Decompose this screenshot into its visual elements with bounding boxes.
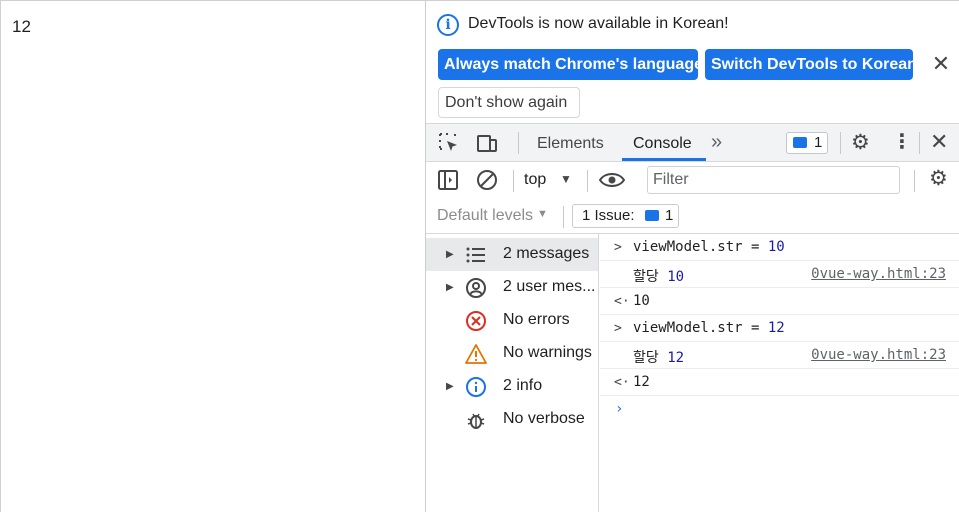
console-result-value: 12	[633, 374, 650, 390]
console-expression: viewModel.str = 10	[633, 239, 785, 255]
source-link[interactable]: 0vue-way.html:23	[811, 347, 946, 363]
sidebar-item-label: 2 info	[503, 377, 543, 394]
sidebar-item-label: 2 user mes...	[503, 278, 596, 295]
result-arrow-icon: <·	[614, 294, 630, 309]
bug-icon	[467, 413, 485, 429]
console-settings-gear-icon[interactable]: ⚙	[929, 168, 948, 190]
list-icon	[466, 247, 485, 263]
chevron-down-icon[interactable]: ▼	[560, 172, 572, 186]
levels-bar: Default levels ▼ 1 Issue: 1	[426, 199, 959, 234]
sidebar-item-label: 2 messages	[503, 245, 590, 262]
sidebar-item-verbose[interactable]: No verbose	[426, 403, 598, 436]
info-icon: i	[437, 14, 459, 36]
toolbar-divider	[587, 170, 588, 192]
tab-elements[interactable]: Elements	[537, 135, 604, 153]
dont-show-again-button[interactable]: Don't show again	[438, 87, 580, 118]
always-match-language-button[interactable]: Always match Chrome's language	[438, 49, 703, 80]
switch-to-korean-button[interactable]: Switch DevTools to Korean	[705, 49, 917, 80]
clear-console-icon[interactable]	[476, 169, 498, 191]
sidebar-item-user-messages[interactable]: ▶ 2 user mes...	[426, 271, 598, 304]
toolbar-divider	[518, 132, 519, 154]
console-log-text: 할당 12	[633, 350, 685, 366]
source-link[interactable]: 0vue-way.html:23	[811, 266, 946, 282]
console-expression: viewModel.str = 12	[633, 320, 785, 336]
toolbar-divider	[513, 170, 514, 192]
tab-console[interactable]: Console	[633, 135, 692, 153]
console-result-value: 10	[633, 293, 650, 309]
input-prompt-chevron-icon: >	[614, 321, 622, 336]
console-result-row[interactable]: <· 10	[600, 288, 959, 315]
error-icon	[466, 311, 486, 331]
toolbar-divider	[914, 170, 915, 192]
expand-arrow-icon[interactable]: ▶	[446, 282, 454, 293]
context-selector[interactable]: top	[524, 171, 546, 189]
chevron-down-icon[interactable]: ▼	[537, 208, 548, 220]
sidebar-item-warnings[interactable]: No warnings	[426, 337, 598, 370]
console-input-row[interactable]: > viewModel.str = 12	[600, 315, 959, 342]
issues-count: 1	[814, 134, 823, 151]
inspect-element-icon[interactable]	[437, 131, 461, 155]
console-sidebar: ▶ 2 messages ▶ 2 user mes... No errors N…	[426, 234, 599, 512]
sidebar-item-label: No verbose	[503, 410, 585, 427]
live-expression-eye-icon[interactable]	[599, 170, 625, 190]
more-options-icon[interactable]: ⋮	[892, 130, 912, 154]
issues-chip-count: 1	[665, 207, 674, 224]
console-toolbar: top ▼ ⚙	[426, 162, 959, 199]
sidebar-toggle-icon[interactable]	[437, 169, 459, 191]
warning-icon	[465, 344, 487, 364]
filter-input[interactable]	[647, 166, 900, 194]
toolbar-divider	[563, 206, 564, 228]
issues-counter-button[interactable]: 1	[786, 132, 828, 154]
close-infobar-icon[interactable]: ✕	[929, 50, 953, 78]
close-devtools-icon[interactable]: ✕	[930, 129, 948, 155]
console-log-text: 할당 10	[633, 269, 685, 285]
main-toolbar: Elements Console » 1 ⚙ ⋮ ✕	[426, 124, 959, 162]
console-log-row: 할당 10 0vue-way.html:23	[600, 261, 959, 288]
devtools-panel: i DevTools is now available in Korean! A…	[425, 1, 959, 512]
user-icon	[466, 278, 486, 298]
console-prompt-chevron-icon[interactable]: ›	[615, 401, 623, 417]
more-tabs-chevron-icon[interactable]: »	[711, 131, 722, 154]
selected-tab-indicator	[622, 158, 706, 161]
message-icon	[793, 137, 807, 148]
sidebar-item-errors[interactable]: No errors	[426, 304, 598, 337]
sidebar-item-messages[interactable]: ▶ 2 messages	[426, 238, 598, 271]
toolbar-divider	[919, 132, 920, 154]
result-arrow-icon: <·	[614, 375, 630, 390]
expand-arrow-icon[interactable]: ▶	[446, 381, 454, 392]
log-levels-dropdown[interactable]: Default levels	[437, 207, 533, 225]
sidebar-item-label: No warnings	[503, 344, 592, 361]
issues-chip-label: 1 Issue:	[582, 207, 635, 224]
input-prompt-chevron-icon: >	[614, 240, 622, 255]
infobar-message: DevTools is now available in Korean!	[468, 15, 729, 32]
console-log-row: 할당 12 0vue-way.html:23	[600, 342, 959, 369]
page-content-text: 12	[12, 17, 31, 36]
sidebar-item-label: No errors	[503, 311, 570, 328]
browser-window: 12 i DevTools is now available in Korean…	[0, 0, 959, 512]
expand-arrow-icon[interactable]: ▶	[446, 249, 454, 260]
console-messages: > viewModel.str = 10 할당 10 0vue-way.html…	[600, 234, 959, 512]
console-result-row[interactable]: <· 12	[600, 369, 959, 396]
issues-chip-button[interactable]: 1 Issue: 1	[572, 204, 679, 228]
message-icon	[645, 210, 659, 221]
page-viewport: 12	[1, 1, 425, 512]
sidebar-item-info[interactable]: ▶ 2 info	[426, 370, 598, 403]
settings-gear-icon[interactable]: ⚙	[851, 132, 870, 154]
device-toolbar-icon[interactable]	[475, 131, 499, 155]
toolbar-divider	[840, 132, 841, 154]
info-icon	[466, 377, 486, 397]
language-infobar: i DevTools is now available in Korean! A…	[426, 1, 959, 124]
console-input-row[interactable]: > viewModel.str = 10	[600, 234, 959, 261]
